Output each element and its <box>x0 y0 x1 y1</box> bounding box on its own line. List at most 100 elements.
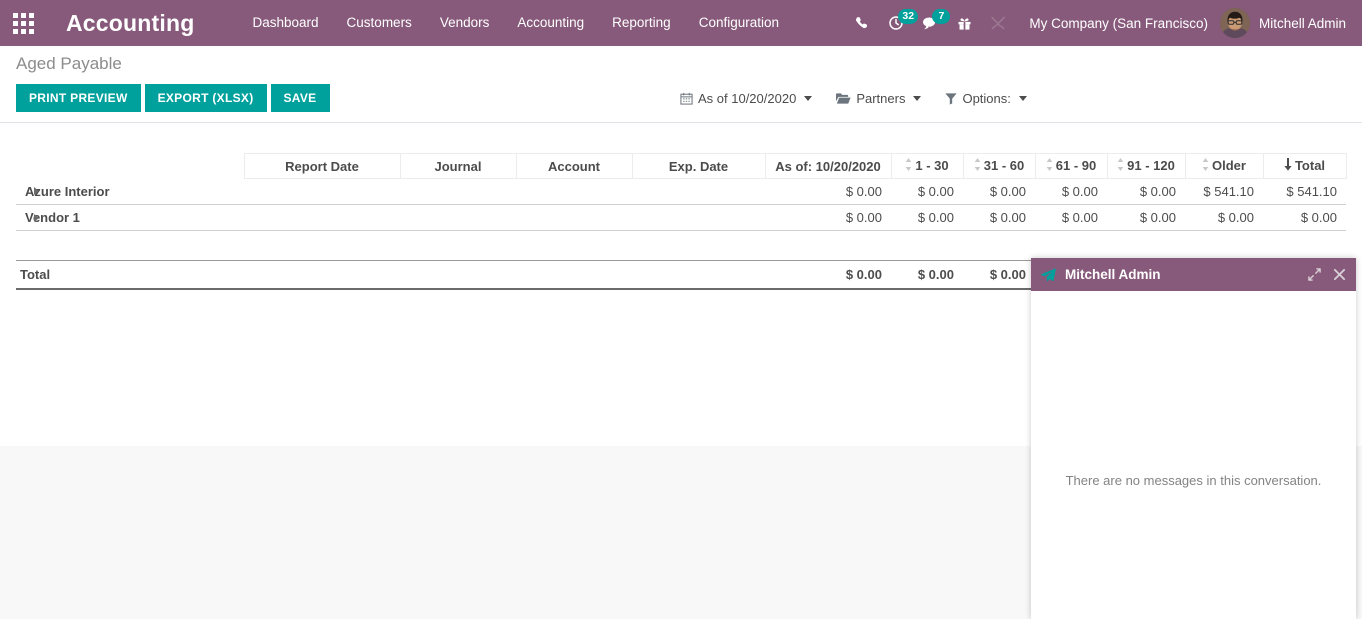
cell-31-60: $ 0.00 <box>963 205 1035 231</box>
cell-account <box>516 179 632 205</box>
header-bucket-61-90-label: 61 - 90 <box>1056 158 1096 173</box>
app-brand-accounting[interactable]: Accounting <box>66 10 195 37</box>
navbar-systray: 32 7 My Company (San Francisco) <box>845 0 1362 46</box>
table-header: Report Date Journal Account Exp. Date As… <box>16 154 1346 179</box>
header-as-of[interactable]: As of: 10/20/2020 <box>765 154 891 179</box>
phone-icon[interactable] <box>845 0 879 46</box>
header-bucket-1-30[interactable]: 1 - 30 <box>891 154 963 179</box>
tools-icon[interactable] <box>981 0 1015 46</box>
header-total[interactable]: Total <box>1263 154 1346 179</box>
cell-as-of: $ 0.00 <box>765 205 891 231</box>
options-filter[interactable]: Options: <box>945 91 1026 106</box>
date-filter-label: As of 10/20/2020 <box>698 91 796 106</box>
header-exp-date[interactable]: Exp. Date <box>632 154 765 179</box>
cell-journal <box>400 205 516 231</box>
header-bucket-31-60-label: 31 - 60 <box>984 158 1024 173</box>
total-as-of: $ 0.00 <box>765 261 891 290</box>
company-switcher[interactable]: My Company (San Francisco) <box>1029 16 1208 31</box>
row-azure-interior[interactable]: Azure Interior <box>16 179 244 205</box>
action-buttons: PRINT PREVIEW EXPORT (XLSX) SAVE <box>16 84 330 112</box>
breadcrumb[interactable]: Aged Payable <box>16 54 1346 74</box>
chat-window-header[interactable]: Mitchell Admin <box>1031 258 1356 291</box>
folder-icon <box>836 92 851 105</box>
paper-plane-icon <box>1041 268 1056 282</box>
chevron-down-icon <box>1019 96 1027 101</box>
top-navbar: Accounting Dashboard Customers Vendors A… <box>0 0 1362 46</box>
cell-older: $ 0.00 <box>1185 205 1263 231</box>
sort-arrows-icon <box>974 158 981 174</box>
cell-31-60: $ 0.00 <box>963 179 1035 205</box>
user-name-label: Mitchell Admin <box>1259 16 1346 31</box>
apps-menu-button[interactable] <box>0 0 46 46</box>
cell-journal <box>400 179 516 205</box>
chevron-right-icon <box>34 187 39 195</box>
chevron-right-icon <box>34 214 39 222</box>
menu-vendors[interactable]: Vendors <box>426 0 504 46</box>
funnel-icon <box>945 92 957 105</box>
calendar-icon <box>680 92 693 105</box>
date-filter[interactable]: As of 10/20/2020 <box>680 91 812 106</box>
cell-91-120: $ 0.00 <box>1107 205 1185 231</box>
avatar <box>1220 8 1250 38</box>
chat-window-title: Mitchell Admin <box>1065 267 1296 282</box>
activity-clock-icon[interactable]: 32 <box>879 0 913 46</box>
sort-arrows-icon <box>1202 158 1209 174</box>
chat-empty-message: There are no messages in this conversati… <box>1066 473 1322 488</box>
header-blank <box>16 154 244 179</box>
control-panel-row: PRINT PREVIEW EXPORT (XLSX) SAVE As of 1… <box>16 84 1346 112</box>
cell-report-date <box>244 205 400 231</box>
options-filter-label: Options: <box>962 91 1010 106</box>
table-row[interactable]: Vendor 1 $ 0.00 $ 0.00 $ 0.00 $ 0.00 $ 0… <box>16 205 1346 231</box>
total-31-60: $ 0.00 <box>963 261 1035 290</box>
header-bucket-61-90[interactable]: 61 - 90 <box>1035 154 1107 179</box>
gift-icon[interactable] <box>947 0 981 46</box>
header-bucket-31-60[interactable]: 31 - 60 <box>963 154 1035 179</box>
partners-filter[interactable]: Partners <box>836 91 921 106</box>
cell-61-90: $ 0.00 <box>1035 205 1107 231</box>
header-older[interactable]: Older <box>1185 154 1263 179</box>
menu-configuration[interactable]: Configuration <box>685 0 793 46</box>
close-icon[interactable] <box>1333 268 1346 281</box>
total-exp-date <box>632 261 765 290</box>
chevron-down-icon <box>913 96 921 101</box>
chevron-down-icon <box>804 96 812 101</box>
cell-91-120: $ 0.00 <box>1107 179 1185 205</box>
cell-report-date <box>244 179 400 205</box>
export-xlsx-button[interactable]: EXPORT (XLSX) <box>145 84 267 112</box>
total-report-date <box>244 261 400 290</box>
header-bucket-1-30-label: 1 - 30 <box>915 158 948 173</box>
sort-arrows-icon <box>1117 158 1124 174</box>
menu-accounting[interactable]: Accounting <box>503 0 598 46</box>
print-preview-button[interactable]: PRINT PREVIEW <box>16 84 141 112</box>
main-menu-bar: Dashboard Customers Vendors Accounting R… <box>239 0 794 46</box>
cell-1-30: $ 0.00 <box>891 205 963 231</box>
menu-dashboard[interactable]: Dashboard <box>239 0 333 46</box>
cell-exp-date <box>632 205 765 231</box>
row-vendor-1[interactable]: Vendor 1 <box>16 205 244 231</box>
header-bucket-91-120[interactable]: 91 - 120 <box>1107 154 1185 179</box>
menu-reporting[interactable]: Reporting <box>598 0 685 46</box>
expand-icon[interactable] <box>1308 268 1321 281</box>
cell-total: $ 541.10 <box>1263 179 1346 205</box>
header-journal[interactable]: Journal <box>400 154 516 179</box>
total-account <box>516 261 632 290</box>
sort-arrows-icon <box>905 158 912 174</box>
menu-customers[interactable]: Customers <box>333 0 426 46</box>
header-account[interactable]: Account <box>516 154 632 179</box>
report-filters: As of 10/20/2020 Partners <box>680 91 1027 106</box>
cell-total: $ 0.00 <box>1263 205 1346 231</box>
sort-arrows-icon <box>1046 158 1053 174</box>
chat-window: Mitchell Admin There are no messages in … <box>1031 258 1356 619</box>
table-spacer-row <box>16 231 1346 261</box>
cell-exp-date <box>632 179 765 205</box>
cell-1-30: $ 0.00 <box>891 179 963 205</box>
chat-window-body: There are no messages in this conversati… <box>1031 291 1356 619</box>
user-menu[interactable]: Mitchell Admin <box>1220 8 1352 38</box>
cell-as-of: $ 0.00 <box>765 179 891 205</box>
messages-icon[interactable]: 7 <box>913 0 947 46</box>
table-row[interactable]: Azure Interior $ 0.00 $ 0.00 $ 0.00 $ 0.… <box>16 179 1346 205</box>
total-1-30: $ 0.00 <box>891 261 963 290</box>
save-button[interactable]: SAVE <box>271 84 330 112</box>
header-report-date[interactable]: Report Date <box>244 154 400 179</box>
header-older-label: Older <box>1212 158 1246 173</box>
